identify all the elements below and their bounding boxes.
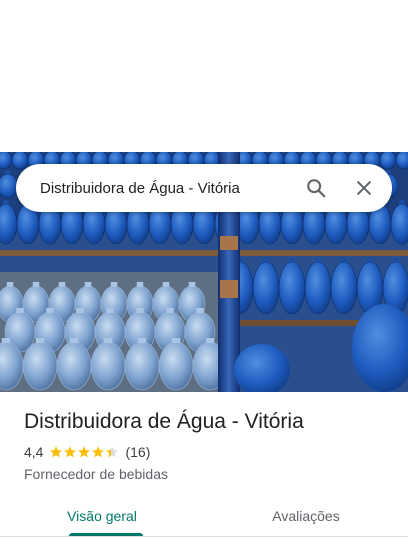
rating-value: 4,4 [24, 444, 44, 460]
star-icon [106, 446, 119, 458]
rating-row[interactable]: 4,4 (16) [24, 443, 394, 461]
tab-reviews-label: Avaliações [272, 508, 340, 524]
close-icon [357, 181, 371, 195]
tab-divider [0, 536, 408, 537]
star-icon [50, 446, 63, 458]
tab-bar: Visão geral Avaliações [0, 496, 408, 536]
search-button[interactable] [292, 164, 340, 212]
star-rating [49, 445, 119, 459]
search-icon [307, 179, 326, 198]
review-count[interactable]: (16) [125, 444, 150, 460]
tab-overview-label: Visão geral [67, 508, 137, 524]
star-icon [78, 446, 91, 458]
close-button[interactable] [340, 164, 388, 212]
place-category[interactable]: Fornecedor de bebidas [24, 466, 394, 482]
tab-overview[interactable]: Visão geral [0, 496, 204, 536]
place-title: Distribuidora de Água - Vitória [24, 410, 304, 433]
star-icon [92, 446, 105, 458]
search-input[interactable]: Distribuidora de Água - Vitória [16, 180, 292, 197]
tab-reviews[interactable]: Avaliações [204, 496, 408, 536]
place-info: Distribuidora de Água - Vitória 4,4 (16)… [24, 408, 394, 482]
map-blank-area [0, 0, 408, 152]
star-icon [64, 446, 77, 458]
search-bar[interactable]: Distribuidora de Água - Vitória [16, 164, 392, 212]
